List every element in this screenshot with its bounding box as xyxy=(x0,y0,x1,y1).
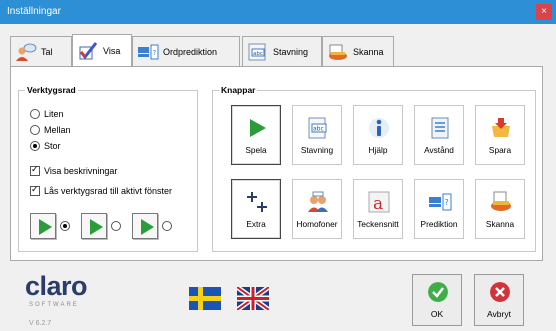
button-label: Prediktion xyxy=(420,219,458,229)
tab-ordprediktion[interactable]: ? Ordprediktion xyxy=(132,36,240,66)
document-icon xyxy=(431,117,449,139)
play-icon xyxy=(250,119,266,137)
uk-flag-icon[interactable] xyxy=(237,287,269,310)
toolbar-button-hjalp[interactable]: Hjälp xyxy=(353,105,403,165)
buttons-group: Knappar Spela abc Stavning Hjälp Avstånd… xyxy=(212,85,536,252)
checkbox-label: Lås verktygsrad till aktivt fönster xyxy=(44,186,173,196)
radio-button[interactable] xyxy=(30,141,40,151)
word-prediction-icon: ? xyxy=(138,44,159,59)
checkbox-las-verktygsrad[interactable]: Lås verktygsrad till aktivt fönster xyxy=(30,184,173,196)
info-icon xyxy=(369,118,389,138)
spelling-icon: abc xyxy=(308,117,327,139)
button-label: Stavning xyxy=(300,145,334,155)
toolbar-button-teckensnitt[interactable]: a Teckensnitt xyxy=(353,179,403,239)
logo-subtext: SOFTWARE xyxy=(29,302,79,308)
ok-label: OK xyxy=(430,309,444,319)
svg-text:a: a xyxy=(373,194,383,214)
person-speech-icon xyxy=(16,43,37,61)
toolbar-button-homofoner[interactable]: Homofoner xyxy=(292,179,342,239)
style-radio-2[interactable] xyxy=(111,221,121,231)
tab-label: Tal xyxy=(41,46,53,57)
buttons-group-title: Knappar xyxy=(219,85,258,95)
svg-text:?: ? xyxy=(445,198,449,207)
tab-strip: Tal Visa ? Ordprediktion abc Stavning Sk… xyxy=(0,34,556,66)
checkbox-visa-beskrivningar[interactable]: Visa beskrivningar xyxy=(30,164,118,176)
button-label: Homofoner xyxy=(296,219,338,229)
play-style-button-2[interactable] xyxy=(81,213,107,239)
settings-panel: Verktygsrad Liten Mellan Stor Visa beskr… xyxy=(10,66,543,261)
toolbar-group-title: Verktygsrad xyxy=(25,85,78,95)
svg-text:?: ? xyxy=(153,49,157,57)
toolbar-group: Verktygsrad Liten Mellan Stor Visa beskr… xyxy=(18,85,198,252)
tab-tal[interactable]: Tal xyxy=(10,36,72,66)
radio-label: Mellan xyxy=(44,125,71,135)
checkbox[interactable] xyxy=(30,164,40,176)
tab-visa[interactable]: Visa xyxy=(72,34,132,66)
toolbar-button-stavning[interactable]: abc Stavning xyxy=(292,105,342,165)
tab-label: Visa xyxy=(103,45,121,56)
style-radio-1[interactable] xyxy=(60,221,70,231)
tab-stavning[interactable]: abc Stavning xyxy=(242,36,322,66)
tab-skanna[interactable]: Skanna xyxy=(322,36,394,66)
claro-logo: claro xyxy=(25,271,88,301)
font-icon: a xyxy=(368,191,390,214)
window-title: Inställningar xyxy=(7,6,61,17)
toolbar-button-skanna[interactable]: Skanna xyxy=(475,179,525,239)
ok-button[interactable]: OK xyxy=(412,274,462,326)
cancel-circle-icon xyxy=(490,282,510,302)
radio-label: Stor xyxy=(44,141,61,151)
tab-label: Skanna xyxy=(353,46,384,57)
checkbox-label: Visa beskrivningar xyxy=(44,166,118,176)
checkmark-icon xyxy=(79,41,98,59)
radio-button[interactable] xyxy=(30,125,40,135)
homophones-icon xyxy=(308,191,328,212)
plus-plus-icon xyxy=(247,192,267,212)
radio-label: Liten xyxy=(44,109,64,119)
svg-text:abc: abc xyxy=(313,126,324,133)
word-prediction-icon: ? xyxy=(429,193,452,211)
scanner-icon xyxy=(491,191,511,211)
toolbar-button-avstand[interactable]: Avstånd xyxy=(414,105,464,165)
button-label: Hjälp xyxy=(368,145,388,155)
button-label: Teckensnitt xyxy=(357,219,399,229)
title-bar: Inställningar × xyxy=(0,0,556,24)
size-option-stor[interactable]: Stor xyxy=(30,141,61,151)
checkbox[interactable] xyxy=(30,184,40,196)
button-label: Extra xyxy=(246,219,266,229)
button-label: Avstånd xyxy=(424,145,454,155)
spelling-icon: abc xyxy=(248,43,266,60)
button-label: Skanna xyxy=(485,219,515,229)
close-icon[interactable]: × xyxy=(536,4,552,20)
radio-button[interactable] xyxy=(30,109,40,119)
svg-text:abc: abc xyxy=(253,51,263,57)
size-option-mellan[interactable]: Mellan xyxy=(30,125,71,135)
tab-label: Stavning xyxy=(273,46,309,57)
toolbar-button-extra[interactable]: Extra xyxy=(231,179,281,239)
play-style-button-1[interactable] xyxy=(30,213,56,239)
play-style-button-3[interactable] xyxy=(132,213,158,239)
toolbar-button-spara[interactable]: Spara xyxy=(475,105,525,165)
toolbar-button-spela[interactable]: Spela xyxy=(231,105,281,165)
cancel-label: Avbryt xyxy=(487,309,511,319)
button-label: Spela xyxy=(245,145,267,155)
button-label: Spara xyxy=(488,145,512,155)
save-folder-icon xyxy=(492,118,510,137)
checkmark-circle-icon xyxy=(428,282,448,302)
size-option-liten[interactable]: Liten xyxy=(30,109,64,119)
scanner-icon xyxy=(329,44,347,60)
cancel-button[interactable]: Avbryt xyxy=(474,274,524,326)
toolbar-button-prediktion[interactable]: ? Prediktion xyxy=(414,179,464,239)
version-label: V 6.2.7 xyxy=(29,320,52,327)
tab-label: Ordprediktion xyxy=(163,46,218,57)
swedish-flag-icon[interactable] xyxy=(189,287,221,310)
style-radio-3[interactable] xyxy=(162,221,172,231)
